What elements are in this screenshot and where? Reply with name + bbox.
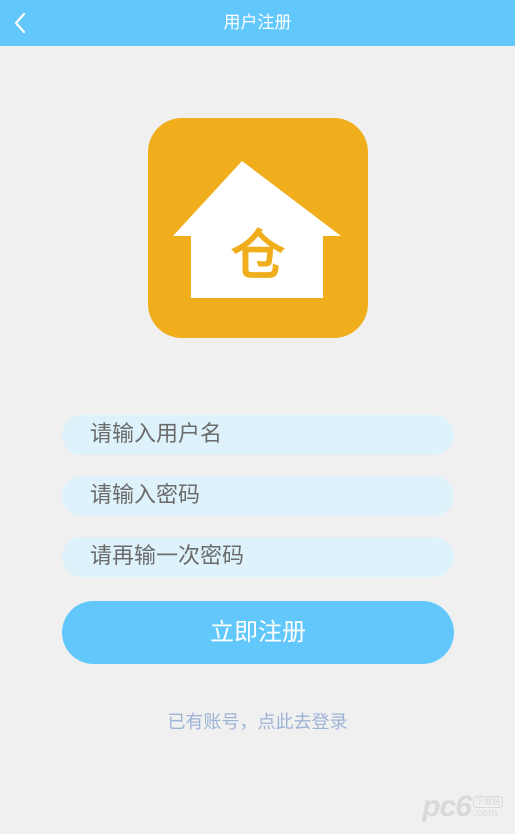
confirm-password-input[interactable]: 请再输一次密码: [62, 537, 454, 577]
page-title: 用户注册: [223, 13, 292, 33]
login-link[interactable]: 已有账号，点此去登录: [0, 708, 515, 734]
house-icon: 仓: [173, 161, 341, 298]
watermark-side: 下载站 .com: [473, 796, 503, 820]
watermark-suffix: .com: [473, 808, 498, 819]
watermark-main: pc6: [422, 790, 472, 823]
register-button[interactable]: 立即注册: [62, 601, 454, 664]
password-input[interactable]: 请输入密码: [62, 476, 454, 516]
watermark-badge: 下载站: [473, 796, 503, 808]
username-input[interactable]: 请输入用户名: [62, 415, 454, 455]
logo-char: 仓: [231, 224, 286, 287]
watermark: pc6 下载站 .com: [422, 790, 503, 824]
top-bar: 用户注册: [0, 0, 515, 46]
app-logo: 仓: [148, 118, 368, 338]
